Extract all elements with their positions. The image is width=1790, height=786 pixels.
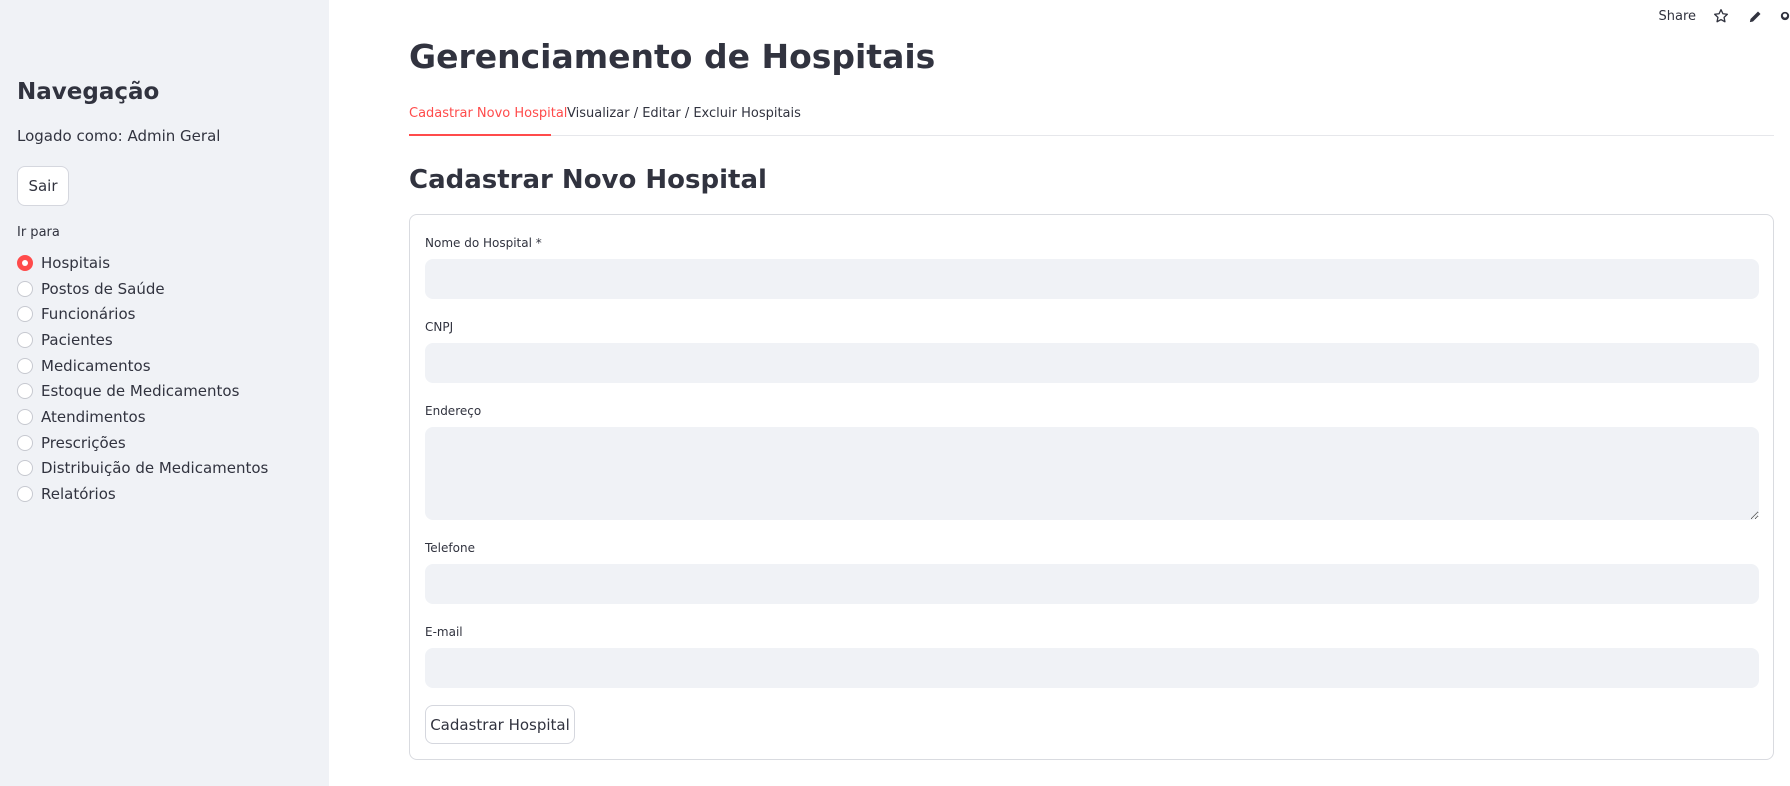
tab-visualizar-editar-excluir[interactable]: Visualizar / Editar / Excluir Hospitais	[567, 106, 801, 121]
submit-hospital-button[interactable]: Cadastrar Hospital	[425, 705, 575, 744]
pencil-icon[interactable]	[1746, 7, 1764, 25]
hospital-name-input[interactable]	[425, 259, 1759, 299]
github-icon[interactable]	[1780, 7, 1790, 25]
radio-icon[interactable]	[17, 408, 33, 425]
logout-button[interactable]: Sair	[17, 166, 69, 206]
address-textarea[interactable]	[425, 427, 1759, 520]
email-label: E-mail	[425, 625, 463, 639]
radio-icon[interactable]	[17, 434, 33, 451]
radio-icon[interactable]	[17, 383, 33, 400]
nav-option-atendimentos[interactable]: Atendimentos	[17, 404, 268, 430]
radio-selected-icon[interactable]	[17, 254, 33, 271]
nav-option-label: Prescrições	[41, 433, 126, 452]
nav-option-postos-de-saude[interactable]: Postos de Saúde	[17, 276, 268, 302]
sidebar-title: Navegação	[17, 79, 160, 105]
nav-option-pacientes[interactable]: Pacientes	[17, 327, 268, 353]
radio-icon[interactable]	[17, 357, 33, 374]
nav-option-medicamentos[interactable]: Medicamentos	[17, 353, 268, 379]
nav-option-label: Estoque de Medicamentos	[41, 382, 240, 401]
radio-icon[interactable]	[17, 280, 33, 297]
nav-option-label: Distribuição de Medicamentos	[41, 459, 269, 478]
navigation-radio-group: Hospitais Postos de Saúde Funcionários P…	[17, 250, 268, 507]
nav-option-label: Postos de Saúde	[41, 279, 165, 298]
radio-icon[interactable]	[17, 306, 33, 323]
email-input[interactable]	[425, 648, 1759, 688]
section-title: Cadastrar Novo Hospital	[409, 165, 767, 195]
nav-option-label: Funcionários	[41, 305, 136, 324]
tab-bar: Cadastrar Novo Hospital Visualizar / Edi…	[409, 103, 1774, 136]
active-tab-indicator	[409, 134, 551, 136]
nav-option-funcionarios[interactable]: Funcionários	[17, 301, 268, 327]
address-label: Endereço	[425, 404, 482, 418]
page-title: Gerenciamento de Hospitais	[409, 37, 936, 76]
nav-option-label: Relatórios	[41, 485, 116, 504]
nav-option-relatorios[interactable]: Relatórios	[17, 481, 268, 507]
share-button[interactable]: Share	[1658, 9, 1696, 24]
sidebar: Navegação Logado como: Admin Geral Sair …	[0, 0, 329, 786]
cnpj-label: CNPJ	[425, 320, 454, 334]
phone-label: Telefone	[425, 541, 475, 555]
radio-icon[interactable]	[17, 486, 33, 503]
tab-cadastrar-novo-hospital[interactable]: Cadastrar Novo Hospital	[409, 106, 567, 121]
top-toolbar: Share	[1658, 6, 1790, 26]
nav-option-label: Atendimentos	[41, 407, 146, 426]
nav-option-label: Pacientes	[41, 330, 113, 349]
nav-option-label: Medicamentos	[41, 356, 151, 375]
nav-option-estoque-de-medicamentos[interactable]: Estoque de Medicamentos	[17, 378, 268, 404]
cnpj-input[interactable]	[425, 343, 1759, 383]
nav-option-hospitais[interactable]: Hospitais	[17, 250, 268, 276]
radio-icon[interactable]	[17, 331, 33, 348]
navigation-radio-label: Ir para	[17, 225, 60, 240]
hospital-form: Nome do Hospital * CNPJ Endereço Telefon…	[409, 214, 1774, 760]
hospital-name-label: Nome do Hospital *	[425, 236, 542, 250]
nav-option-prescricoes[interactable]: Prescrições	[17, 430, 268, 456]
nav-option-distribuicao-de-medicamentos[interactable]: Distribuição de Medicamentos	[17, 456, 268, 482]
nav-option-label: Hospitais	[41, 253, 111, 272]
star-icon[interactable]	[1712, 7, 1730, 25]
phone-input[interactable]	[425, 564, 1759, 604]
radio-icon[interactable]	[17, 460, 33, 477]
logged-in-user: Logado como: Admin Geral	[17, 127, 221, 145]
